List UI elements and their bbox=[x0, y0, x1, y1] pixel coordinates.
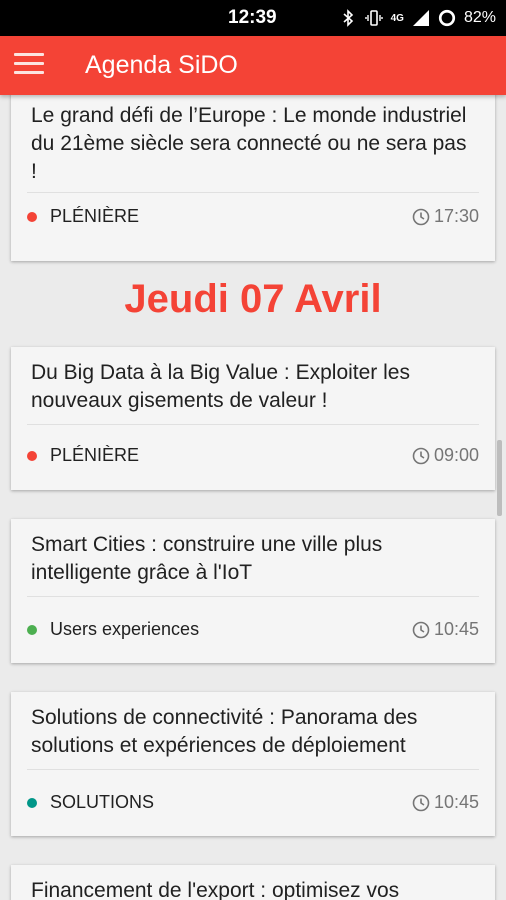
signal-icon bbox=[412, 10, 429, 26]
session-time: 17:30 bbox=[412, 206, 479, 227]
session-category: SOLUTIONS bbox=[50, 792, 155, 812]
session-footer: SOLUTIONS 10:45 bbox=[27, 791, 479, 815]
scrollbar[interactable] bbox=[497, 440, 502, 516]
day-header: Jeudi 07 Avril bbox=[124, 277, 382, 321]
session-card[interactable]: Solutions de connectivité : Panorama des… bbox=[11, 692, 495, 836]
session-title: Smart Cities : construire une ville plus… bbox=[31, 533, 383, 584]
session-category: PLÉNIÈRE bbox=[50, 445, 140, 465]
session-time: 10:45 bbox=[412, 619, 479, 640]
session-footer: PLÉNIÈRE 17:30 bbox=[27, 205, 479, 229]
category-dot bbox=[27, 625, 37, 635]
bluetooth-icon bbox=[343, 9, 353, 27]
vibrate-icon bbox=[364, 10, 383, 26]
session-card[interactable]: Le grand défi de l’Europe : Le monde ind… bbox=[11, 95, 495, 261]
session-footer: PLÉNIÈRE 09:00 bbox=[27, 444, 479, 468]
session-title: Le grand défi de l’Europe : Le monde ind… bbox=[31, 104, 467, 183]
session-title: Du Big Data à la Big Value : Exploiter l… bbox=[31, 361, 410, 412]
status-icons: 4G 82% bbox=[339, 7, 496, 29]
session-time-label: 09:00 bbox=[433, 445, 479, 465]
divider bbox=[27, 769, 479, 770]
session-time-label: 10:45 bbox=[433, 619, 479, 639]
divider bbox=[27, 596, 479, 597]
session-title: Financement de l'export : optimisez vos bbox=[31, 879, 400, 900]
session-time: 09:00 bbox=[412, 445, 479, 466]
session-time: 10:45 bbox=[412, 792, 479, 813]
session-time-label: 17:30 bbox=[433, 206, 479, 226]
session-time-label: 10:45 bbox=[433, 792, 479, 812]
status-bar: 12:39 4G 82% bbox=[0, 0, 506, 36]
session-card[interactable]: Financement de l'export : optimisez vos bbox=[11, 865, 495, 900]
session-footer: Users experiences 10:45 bbox=[27, 618, 479, 642]
divider bbox=[27, 192, 479, 193]
menu-icon[interactable] bbox=[14, 53, 44, 77]
category-dot bbox=[27, 798, 37, 808]
agenda-list[interactable]: Le grand défi de l’Europe : Le monde ind… bbox=[0, 95, 506, 900]
category-dot bbox=[27, 212, 37, 222]
session-card[interactable]: Smart Cities : construire une ville plus… bbox=[11, 519, 495, 663]
clock-icon bbox=[412, 447, 430, 464]
app-title: Agenda SiDO bbox=[85, 51, 238, 79]
battery-percent: 82% bbox=[463, 9, 496, 26]
network-type: 4G bbox=[390, 12, 404, 24]
app-bar: Agenda SiDO bbox=[0, 36, 506, 95]
clock-icon bbox=[412, 621, 430, 638]
session-title: Solutions de connectivité : Panorama des… bbox=[31, 706, 418, 757]
category-dot bbox=[27, 451, 37, 461]
session-category: Users experiences bbox=[50, 619, 200, 639]
status-time: 12:39 bbox=[228, 7, 277, 28]
clock-icon bbox=[412, 794, 430, 811]
clock-icon bbox=[412, 208, 430, 225]
divider bbox=[27, 424, 479, 425]
session-card[interactable]: Du Big Data à la Big Value : Exploiter l… bbox=[11, 347, 495, 490]
battery-ring-icon bbox=[438, 9, 456, 27]
session-category: PLÉNIÈRE bbox=[50, 206, 140, 226]
